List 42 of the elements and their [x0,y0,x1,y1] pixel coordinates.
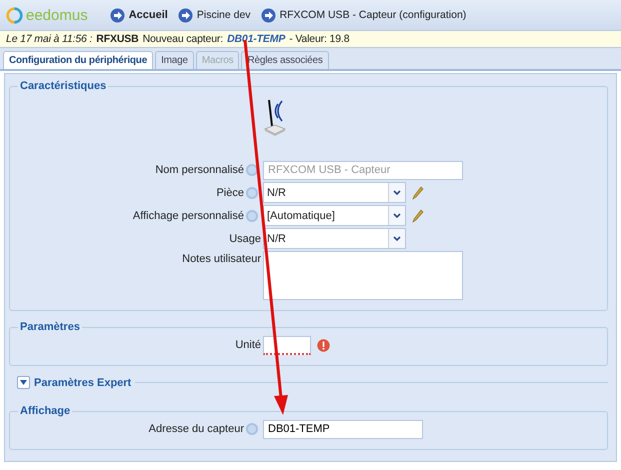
text-field[interactable] [263,336,311,354]
logo-icon [6,6,23,24]
breadcrumb-link[interactable]: Piscine dev [196,9,251,21]
error-icon [317,338,330,352]
notes-field[interactable] [263,251,463,300]
breadcrumb-link[interactable]: RFXCOM USB - Capteur (configuration) [280,9,466,21]
section-title: Affichage [19,405,72,417]
section-title: Paramètres [19,321,81,333]
field-label: Unité [234,339,262,351]
sensor-link[interactable]: DB01-TEMP [227,33,286,45]
field-label: Usage [228,232,262,244]
section-title: Caractéristiques [19,80,108,92]
section-title[interactable]: Paramètres Expert [34,376,132,388]
help-icon[interactable] [246,164,258,176]
tab[interactable]: Configuration du périphérique [3,51,154,69]
logo-text: eedomus [26,6,88,24]
pencil-icon[interactable] [412,186,424,200]
field-label: Adresse du capteur [148,423,245,435]
arrow-circle-icon [110,8,125,22]
chevron-icon [393,236,401,242]
expand-toggle[interactable] [17,376,30,389]
field-label: Notes utilisateur [181,252,262,265]
field-label: Nom personnalisé [154,164,245,176]
tab[interactable]: Image [155,51,194,69]
pencil-icon[interactable] [412,208,424,222]
arrow-circle-icon [260,8,276,22]
notification-source: RFXUSB [96,33,139,45]
dropdown-field[interactable]: N/R [263,228,406,249]
field-label: Affichage personnalisé [132,210,245,222]
dropdown-field[interactable]: [Automatique] [263,205,406,226]
triangle-down-icon [20,380,27,385]
field-label: Pièce [215,186,245,198]
notification-message: Nouveau capteur: [142,33,224,45]
notification-date: Le 17 mai à 11:56 : [6,33,92,45]
breadcrumb-link[interactable]: Accueil [128,9,168,21]
arrow-circle-icon [178,8,193,22]
dropdown-field[interactable]: N/R [263,182,406,203]
text-field[interactable]: RFXCOM USB - Capteur [263,160,463,180]
notification-value: - Valeur: 19.8 [289,33,350,45]
chevron-icon [393,212,401,218]
chevron-icon [393,190,401,196]
text-field[interactable]: DB01-TEMP [263,420,423,438]
